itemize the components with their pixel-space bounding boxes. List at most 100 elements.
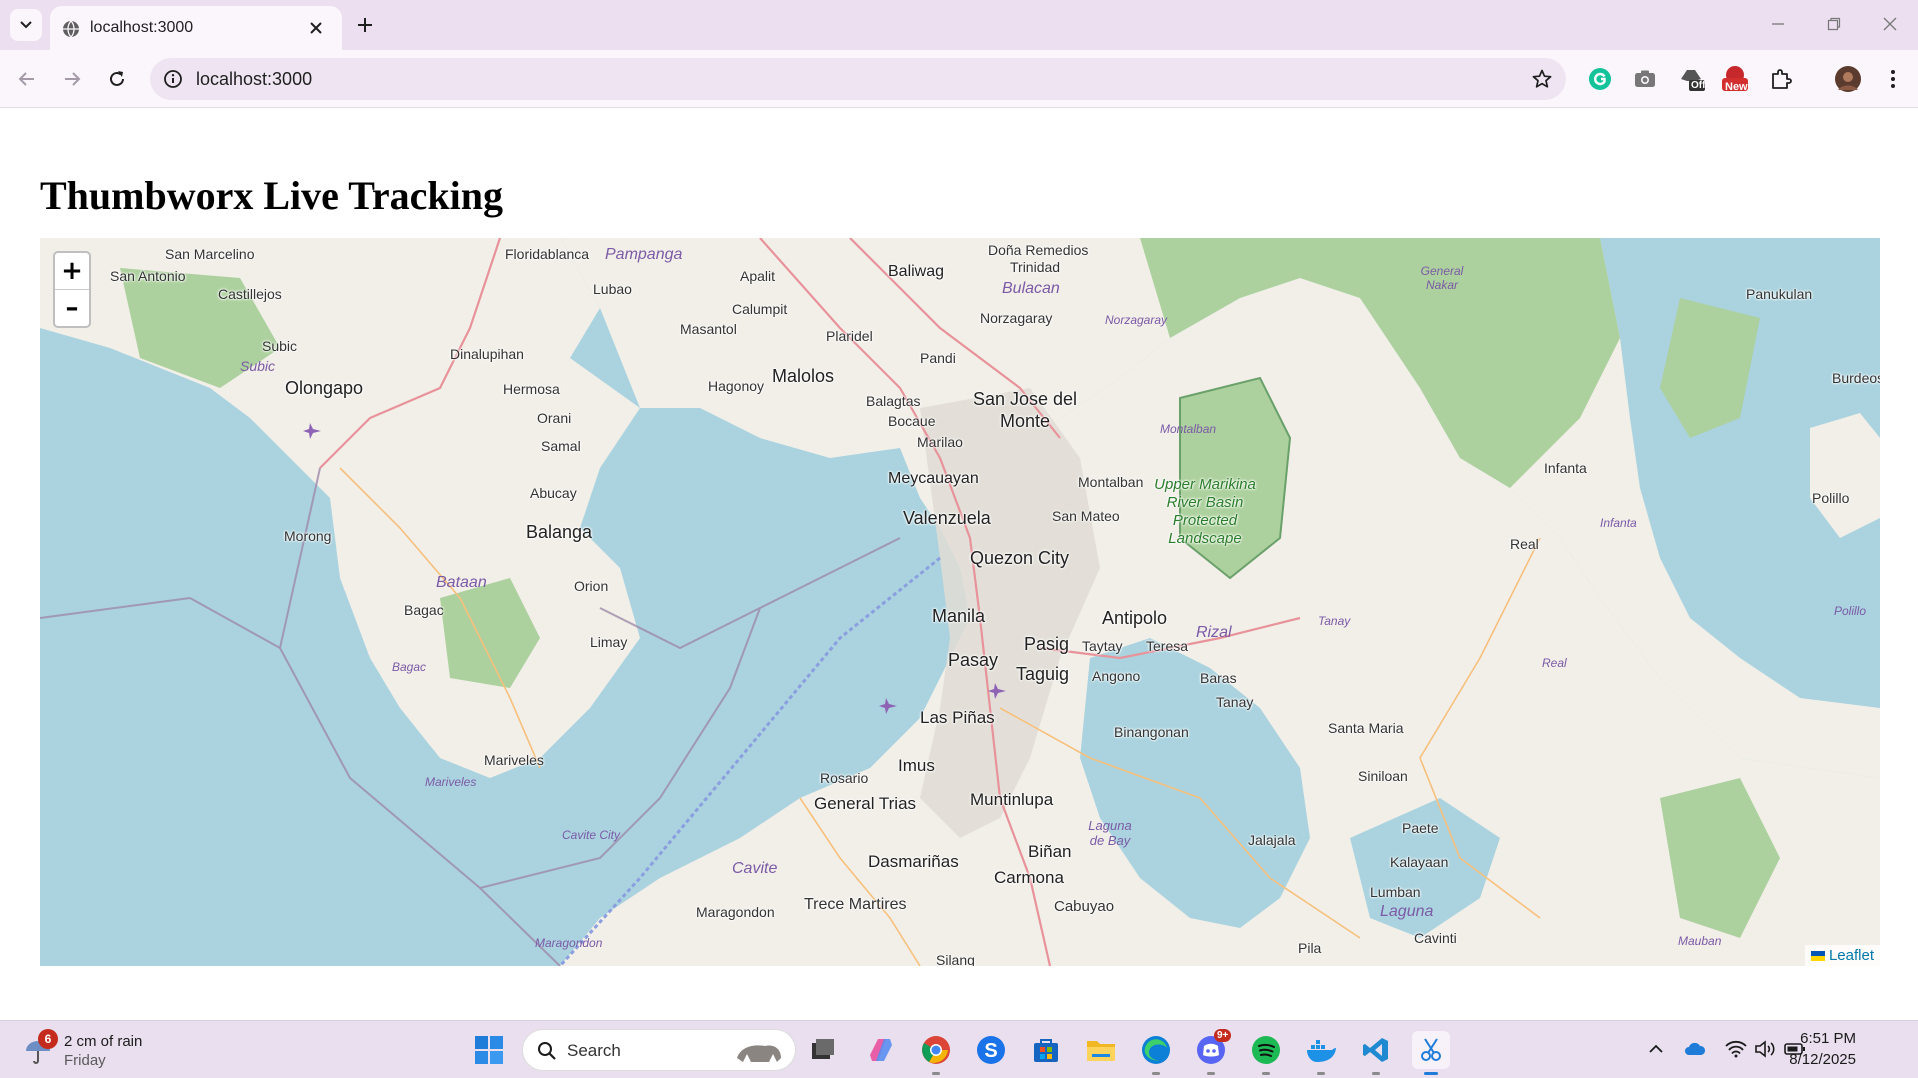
vscode-icon — [1363, 1038, 1388, 1062]
network-tray[interactable] — [1724, 1037, 1748, 1061]
start-button[interactable] — [470, 1031, 508, 1069]
reload-button[interactable] — [104, 66, 130, 92]
tab-search-button[interactable] — [10, 9, 42, 41]
place-label: Olongapo — [285, 378, 364, 398]
minimize-icon — [1772, 23, 1784, 25]
place-label: Subic — [262, 338, 298, 354]
vscode-app[interactable] — [1357, 1031, 1395, 1075]
spotify-app[interactable] — [1247, 1031, 1285, 1075]
place-label: Montalban — [1078, 474, 1144, 490]
place-label: Doña Remedios — [988, 242, 1089, 258]
chrome-app[interactable] — [917, 1031, 955, 1075]
place-label: Panukulan — [1746, 286, 1813, 302]
place-label: Dinalupihan — [450, 346, 524, 362]
place-label: Hermosa — [503, 381, 560, 397]
place-label: Burdeos — [1832, 370, 1880, 386]
extensions-button[interactable] — [1766, 64, 1796, 94]
grammarly-extension[interactable] — [1585, 64, 1615, 94]
back-button[interactable] — [14, 66, 40, 92]
place-label: Quezon City — [970, 548, 1070, 568]
screenshot-extension[interactable] — [1630, 64, 1660, 94]
info-icon — [164, 70, 182, 88]
forward-button[interactable] — [59, 66, 85, 92]
url-text[interactable]: localhost:3000 — [196, 69, 312, 90]
place-label: Morong — [284, 528, 332, 544]
place-label: Meycauayan — [888, 470, 979, 487]
bookmark-button[interactable] — [1530, 67, 1554, 91]
profile-avatar[interactable] — [1833, 64, 1863, 94]
place-label: Teresa — [1146, 638, 1189, 654]
weather-widget[interactable]: 6 2 cm of rain Friday — [24, 1029, 184, 1073]
wifi-icon — [1725, 1040, 1747, 1058]
zoom-in-button[interactable]: + — [55, 253, 89, 290]
close-window-button[interactable] — [1878, 12, 1902, 36]
snipping-tool-app[interactable] — [1412, 1031, 1450, 1075]
tab-localhost[interactable]: localhost:3000 — [50, 6, 342, 50]
place-label: Bagac — [404, 602, 444, 618]
map-tiles[interactable] — [40, 238, 1880, 966]
chevron-up-icon — [1649, 1044, 1663, 1053]
off-extension[interactable]: Off — [1677, 64, 1707, 94]
show-hidden-icons[interactable] — [1644, 1037, 1668, 1061]
place-label: Cabuyao — [1054, 898, 1115, 915]
close-tab-button[interactable] — [306, 18, 326, 38]
zoom-out-button[interactable]: – — [55, 290, 89, 326]
minimize-button[interactable] — [1766, 12, 1790, 36]
place-label: Calumpit — [732, 301, 788, 317]
place-label: Abucay — [530, 485, 577, 501]
chrome-icon — [922, 1036, 950, 1064]
place-label: Las Piñas — [920, 708, 995, 727]
arrow-left-icon — [18, 72, 34, 86]
place-label: Pila — [1298, 940, 1322, 956]
store-app[interactable] — [1027, 1031, 1065, 1069]
running-indicator — [932, 1072, 940, 1075]
copilot-icon — [870, 1039, 892, 1061]
windows-icon — [475, 1036, 503, 1064]
restore-button[interactable] — [1822, 12, 1846, 36]
address-bar[interactable]: localhost:3000 — [150, 58, 1566, 100]
search-icon — [538, 1042, 556, 1060]
volume-tray[interactable] — [1753, 1037, 1777, 1061]
place-label: Trece Martires — [804, 896, 907, 913]
file-explorer-app[interactable] — [1082, 1031, 1120, 1069]
menu-button[interactable] — [1878, 64, 1908, 94]
more-vertical-icon — [1891, 70, 1895, 88]
svg-text:S: S — [984, 1040, 997, 1062]
place-label: Baras — [1200, 670, 1237, 686]
speaker-icon — [1755, 1040, 1775, 1058]
place-label: Orani — [537, 410, 572, 426]
task-view-button[interactable] — [804, 1031, 842, 1069]
water-label: Cavite City — [562, 828, 621, 842]
map-container[interactable]: San Marcelino San Antonio Castillejos Su… — [40, 238, 1880, 966]
taskbar-search[interactable]: Search — [522, 1029, 796, 1071]
copilot-app[interactable] — [862, 1031, 900, 1069]
protected-area-label: Upper Marikina River Basin Protected Lan… — [1154, 476, 1256, 547]
discord-app[interactable]: 9+ — [1192, 1029, 1232, 1075]
skype-app[interactable]: S — [972, 1031, 1010, 1069]
new-tab-button[interactable] — [353, 13, 377, 37]
place-label: Pasay — [948, 650, 999, 670]
spotify-icon — [1252, 1036, 1280, 1064]
place-label: Limay — [590, 634, 628, 650]
province-label: Cavite — [732, 860, 778, 877]
clock-time[interactable]: 6:51 PM — [1800, 1030, 1856, 1047]
place-label: Hagonoy — [708, 378, 765, 394]
docker-app[interactable] — [1302, 1031, 1340, 1075]
new-extension[interactable]: New — [1720, 64, 1750, 94]
clock-date[interactable]: 8/12/2025 — [1789, 1051, 1856, 1068]
water-label: Subic — [240, 358, 276, 374]
zoom-control: + – — [53, 251, 91, 328]
onedrive-tray[interactable] — [1683, 1037, 1707, 1061]
flag-icon — [1810, 950, 1825, 961]
edge-app[interactable] — [1137, 1031, 1175, 1075]
snipping-tool-icon — [1421, 1038, 1441, 1061]
running-indicator — [1262, 1072, 1270, 1075]
place-label: Masantol — [680, 321, 737, 337]
arrow-right-icon — [65, 72, 81, 86]
place-label: Floridablanca — [505, 246, 590, 262]
site-info-button[interactable] — [162, 68, 184, 90]
place-label: Balagtas — [866, 393, 921, 409]
place-label: Balanga — [526, 522, 593, 542]
water-label: Montalban — [1160, 422, 1217, 436]
leaflet-link[interactable]: Leaflet — [1829, 947, 1874, 964]
